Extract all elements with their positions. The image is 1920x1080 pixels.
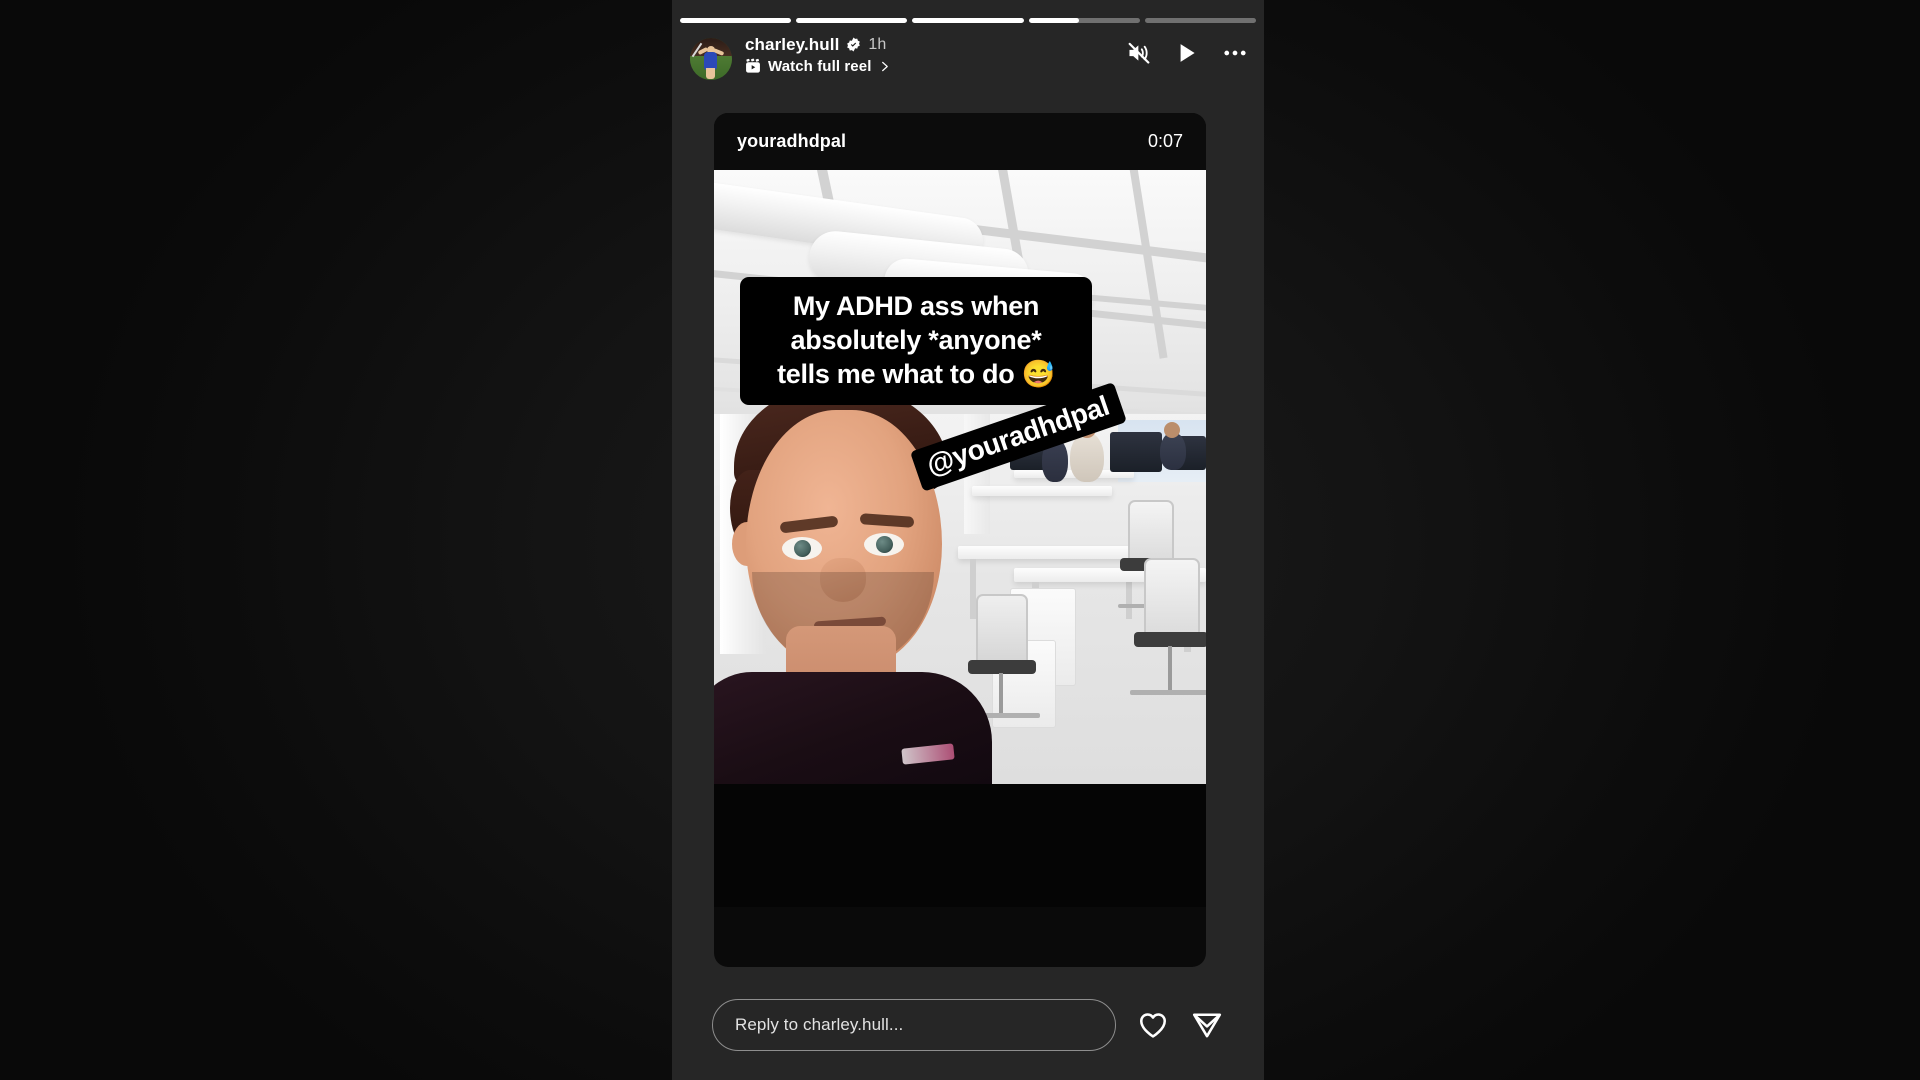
reply-input[interactable]: Reply to charley.hull... [712,999,1116,1051]
avatar[interactable] [690,38,732,80]
share-button[interactable] [1190,1008,1224,1042]
story-author-line: charley.hull 1h [745,35,890,55]
story-username[interactable]: charley.hull [745,35,839,55]
chevron-right-icon [882,61,889,71]
watch-full-reel-link[interactable]: Watch full reel [745,58,890,75]
story-header-text: charley.hull 1h Watch full reel [745,34,890,75]
more-options-button[interactable] [1222,40,1248,66]
progress-segment[interactable] [680,18,792,23]
reply-placeholder: Reply to charley.hull... [735,1015,904,1034]
reels-clapperboard-icon [746,58,760,73]
story-progress-bars [680,18,1257,23]
story-viewer-page: charley.hull 1h Watch full reel youradhd… [0,0,1920,1080]
progress-segment[interactable] [1144,18,1257,23]
verified-badge-icon [847,37,861,52]
story-controls [1126,40,1248,66]
reel-author-name[interactable]: youradhdpal [737,131,846,152]
video-letterbox [714,784,1206,907]
progress-segment[interactable] [1028,18,1140,23]
reel-video-media: My ADHD ass when absolutely *anyone* tel… [714,170,1206,784]
paper-plane-icon [1192,1013,1222,1038]
reel-card-header: youradhdpal 0:07 [714,113,1206,170]
ellipsis-horizontal-icon [1224,50,1246,56]
watch-full-reel-label: Watch full reel [768,57,872,75]
progress-segment[interactable] [796,18,908,23]
reel-duration: 0:07 [1147,131,1183,151]
speaker-muted-icon [1128,42,1150,64]
story-timestamp: 1h [868,35,887,53]
play-triangle-icon [1180,44,1195,62]
progress-segment[interactable] [912,18,1024,23]
avatar-image [690,38,732,80]
like-button[interactable] [1136,1008,1170,1042]
mute-button[interactable] [1126,40,1152,66]
reply-bar: Reply to charley.hull... [672,970,1264,1080]
caption-text: My ADHD ass when absolutely *anyone* tel… [777,291,1055,390]
caption-text-sticker: My ADHD ass when absolutely *anyone* tel… [740,277,1092,406]
embedded-reel-card[interactable]: youradhdpal 0:07 My ADHD ass when absolu… [714,113,1206,967]
reel-video-frame[interactable]: My ADHD ass when absolutely *anyone* tel… [714,170,1206,907]
heart-outline-icon [1140,1013,1166,1038]
play-button[interactable] [1174,40,1200,66]
